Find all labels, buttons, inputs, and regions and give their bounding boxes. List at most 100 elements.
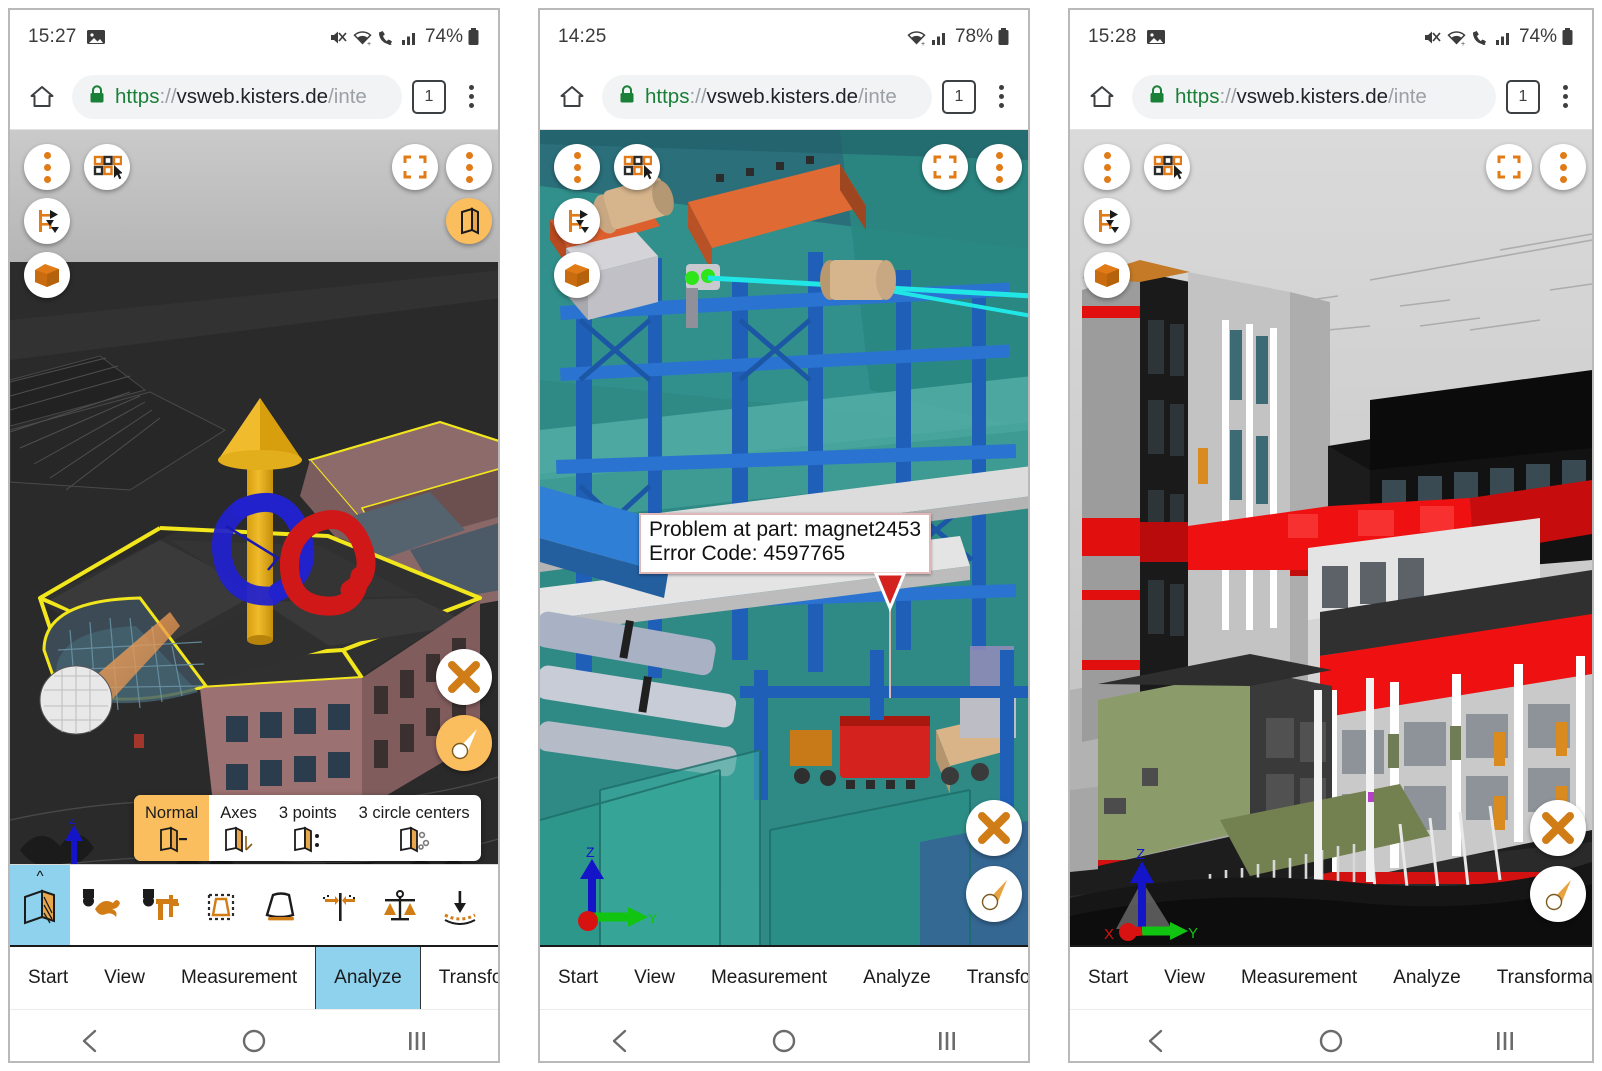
android-nav-bar[interactable] xyxy=(540,1010,1028,1061)
tool-caliper-collision[interactable] xyxy=(130,865,190,945)
home-icon[interactable] xyxy=(241,1028,267,1054)
axis-gizmo[interactable]: Z Y xyxy=(560,847,660,937)
tab-transformation[interactable]: Transformation xyxy=(421,947,498,1009)
tab-analyze[interactable]: Analyze xyxy=(1375,947,1479,1009)
tab-start[interactable]: Start xyxy=(1070,947,1146,1009)
box-model-button[interactable] xyxy=(1084,252,1130,298)
close-tool-button[interactable] xyxy=(436,649,492,705)
home-icon[interactable] xyxy=(1318,1028,1344,1054)
tab-measurement[interactable]: Measurement xyxy=(1223,947,1375,1009)
analyze-tool-toolbar[interactable]: ^ xyxy=(10,864,498,945)
ribbon-tabs[interactable]: Start View Measurement Analyze Transform… xyxy=(10,945,498,1010)
viewer-menu-button[interactable] xyxy=(554,144,600,190)
tab-start[interactable]: Start xyxy=(10,947,86,1009)
fullscreen-button[interactable] xyxy=(1486,144,1532,190)
signal-icon xyxy=(1495,28,1513,47)
tab-view[interactable]: View xyxy=(1146,947,1223,1009)
tool-draft-angle[interactable] xyxy=(250,865,310,945)
recents-icon[interactable] xyxy=(934,1028,960,1054)
tab-start[interactable]: Start xyxy=(540,947,616,1009)
tool-wall-thickness[interactable] xyxy=(310,865,370,945)
model-tree-button[interactable] xyxy=(554,198,600,244)
back-icon[interactable] xyxy=(1144,1028,1170,1054)
viewer-canvas-1[interactable]: Z Normal Axes 3 points 3 circle centers … xyxy=(10,130,498,945)
android-nav-bar[interactable] xyxy=(1070,1010,1592,1061)
viewer-canvas-3[interactable]: Z Y X xyxy=(1070,130,1592,945)
tool-section-plane[interactable]: ^ xyxy=(10,865,70,945)
model-tree-button[interactable] xyxy=(24,198,70,244)
tool-balance[interactable] xyxy=(370,865,430,945)
back-icon[interactable] xyxy=(608,1028,634,1054)
tab-view[interactable]: View xyxy=(616,947,693,1009)
box-model-button[interactable] xyxy=(554,252,600,298)
home-icon[interactable] xyxy=(771,1028,797,1054)
phone-screenshot-3: 15:28 + 1 74% https://vsweb.kisters.de/i… xyxy=(1068,8,1594,1063)
tab-analyze[interactable]: Analyze xyxy=(315,947,421,1009)
tool-bounding-box[interactable] xyxy=(190,865,250,945)
battery-percent: 78% xyxy=(954,26,993,47)
home-icon[interactable] xyxy=(22,77,62,117)
tab-transformation[interactable]: Transformation xyxy=(949,947,1028,1009)
fullscreen-button[interactable] xyxy=(392,144,438,190)
model-tree-button[interactable] xyxy=(1084,198,1130,244)
wifi-icon: + xyxy=(906,28,927,47)
multi-select-icon xyxy=(93,155,122,180)
url-input[interactable]: https://vsweb.kisters.de/inte xyxy=(72,74,402,119)
select-mode-button[interactable] xyxy=(1144,144,1190,190)
browser-menu-button[interactable] xyxy=(986,80,1016,114)
structure-tree-icon xyxy=(1099,210,1119,233)
browser-omnibox: https://vsweb.kisters.de/inte 1 xyxy=(10,64,498,130)
recents-icon[interactable] xyxy=(404,1028,430,1054)
tab-count-button[interactable]: 1 xyxy=(1506,79,1540,114)
tool-flatness[interactable] xyxy=(430,865,490,945)
home-icon[interactable] xyxy=(552,77,592,117)
submenu-item-axes[interactable]: Axes xyxy=(209,795,268,861)
section-plane-submenu[interactable]: Normal Axes 3 points 3 circle centers xyxy=(134,795,481,861)
submenu-item-3circle-centers[interactable]: 3 circle centers xyxy=(348,795,481,861)
home-icon[interactable] xyxy=(1082,77,1122,117)
url-input[interactable]: https://vsweb.kisters.de/inte xyxy=(602,74,932,119)
fast-collision-icon xyxy=(83,889,120,917)
url-input[interactable]: https://vsweb.kisters.de/inte xyxy=(1132,74,1496,119)
tab-view[interactable]: View xyxy=(86,947,163,1009)
android-nav-bar[interactable] xyxy=(10,1010,498,1061)
fullscreen-icon xyxy=(1497,155,1521,179)
compass-button[interactable] xyxy=(436,715,492,771)
select-mode-button[interactable] xyxy=(614,144,660,190)
url-host: vsweb.kisters.de xyxy=(706,84,859,108)
submenu-item-normal[interactable]: Normal xyxy=(134,795,210,861)
tab-transformation[interactable]: Transformation xyxy=(1479,947,1592,1009)
tab-measurement[interactable]: Measurement xyxy=(693,947,845,1009)
tool-fast-collision[interactable] xyxy=(70,865,130,945)
more-menu-icon xyxy=(465,151,473,183)
tab-count-button[interactable]: 1 xyxy=(942,79,976,114)
compass-button[interactable] xyxy=(966,866,1022,922)
compass-button[interactable] xyxy=(1530,866,1586,922)
section-plane-button[interactable] xyxy=(446,198,492,244)
box-model-button[interactable] xyxy=(24,252,70,298)
tab-count-button[interactable]: 1 xyxy=(412,79,446,114)
viewer-canvas-2[interactable]: Problem at part: magnet2453 Error Code: … xyxy=(540,130,1028,945)
tool-drill-hole[interactable] xyxy=(490,865,498,945)
viewer-overflow-button[interactable] xyxy=(446,144,492,190)
recents-icon[interactable] xyxy=(1492,1028,1518,1054)
multi-select-icon xyxy=(623,155,652,180)
ribbon-tabs[interactable]: Start View Measurement Analyze Transform… xyxy=(1070,945,1592,1010)
viewer-menu-button[interactable] xyxy=(24,144,70,190)
viewer-overflow-button[interactable] xyxy=(1540,144,1586,190)
fullscreen-button[interactable] xyxy=(922,144,968,190)
browser-menu-button[interactable] xyxy=(1550,80,1580,114)
close-tool-button[interactable] xyxy=(1530,800,1586,856)
close-tool-button[interactable] xyxy=(966,800,1022,856)
back-icon[interactable] xyxy=(78,1028,104,1054)
ribbon-tabs[interactable]: Start View Measurement Analyze Transform… xyxy=(540,945,1028,1010)
viewer-menu-button[interactable] xyxy=(1084,144,1130,190)
select-mode-button[interactable] xyxy=(84,144,130,190)
viewer-overflow-button[interactable] xyxy=(976,144,1022,190)
tab-analyze[interactable]: Analyze xyxy=(845,947,949,1009)
browser-menu-button[interactable] xyxy=(456,80,486,114)
plane-3circles-icon xyxy=(400,826,430,853)
axis-gizmo[interactable]: Z Y X xyxy=(1102,845,1212,945)
submenu-item-3points[interactable]: 3 points xyxy=(268,795,348,861)
tab-measurement[interactable]: Measurement xyxy=(163,947,315,1009)
